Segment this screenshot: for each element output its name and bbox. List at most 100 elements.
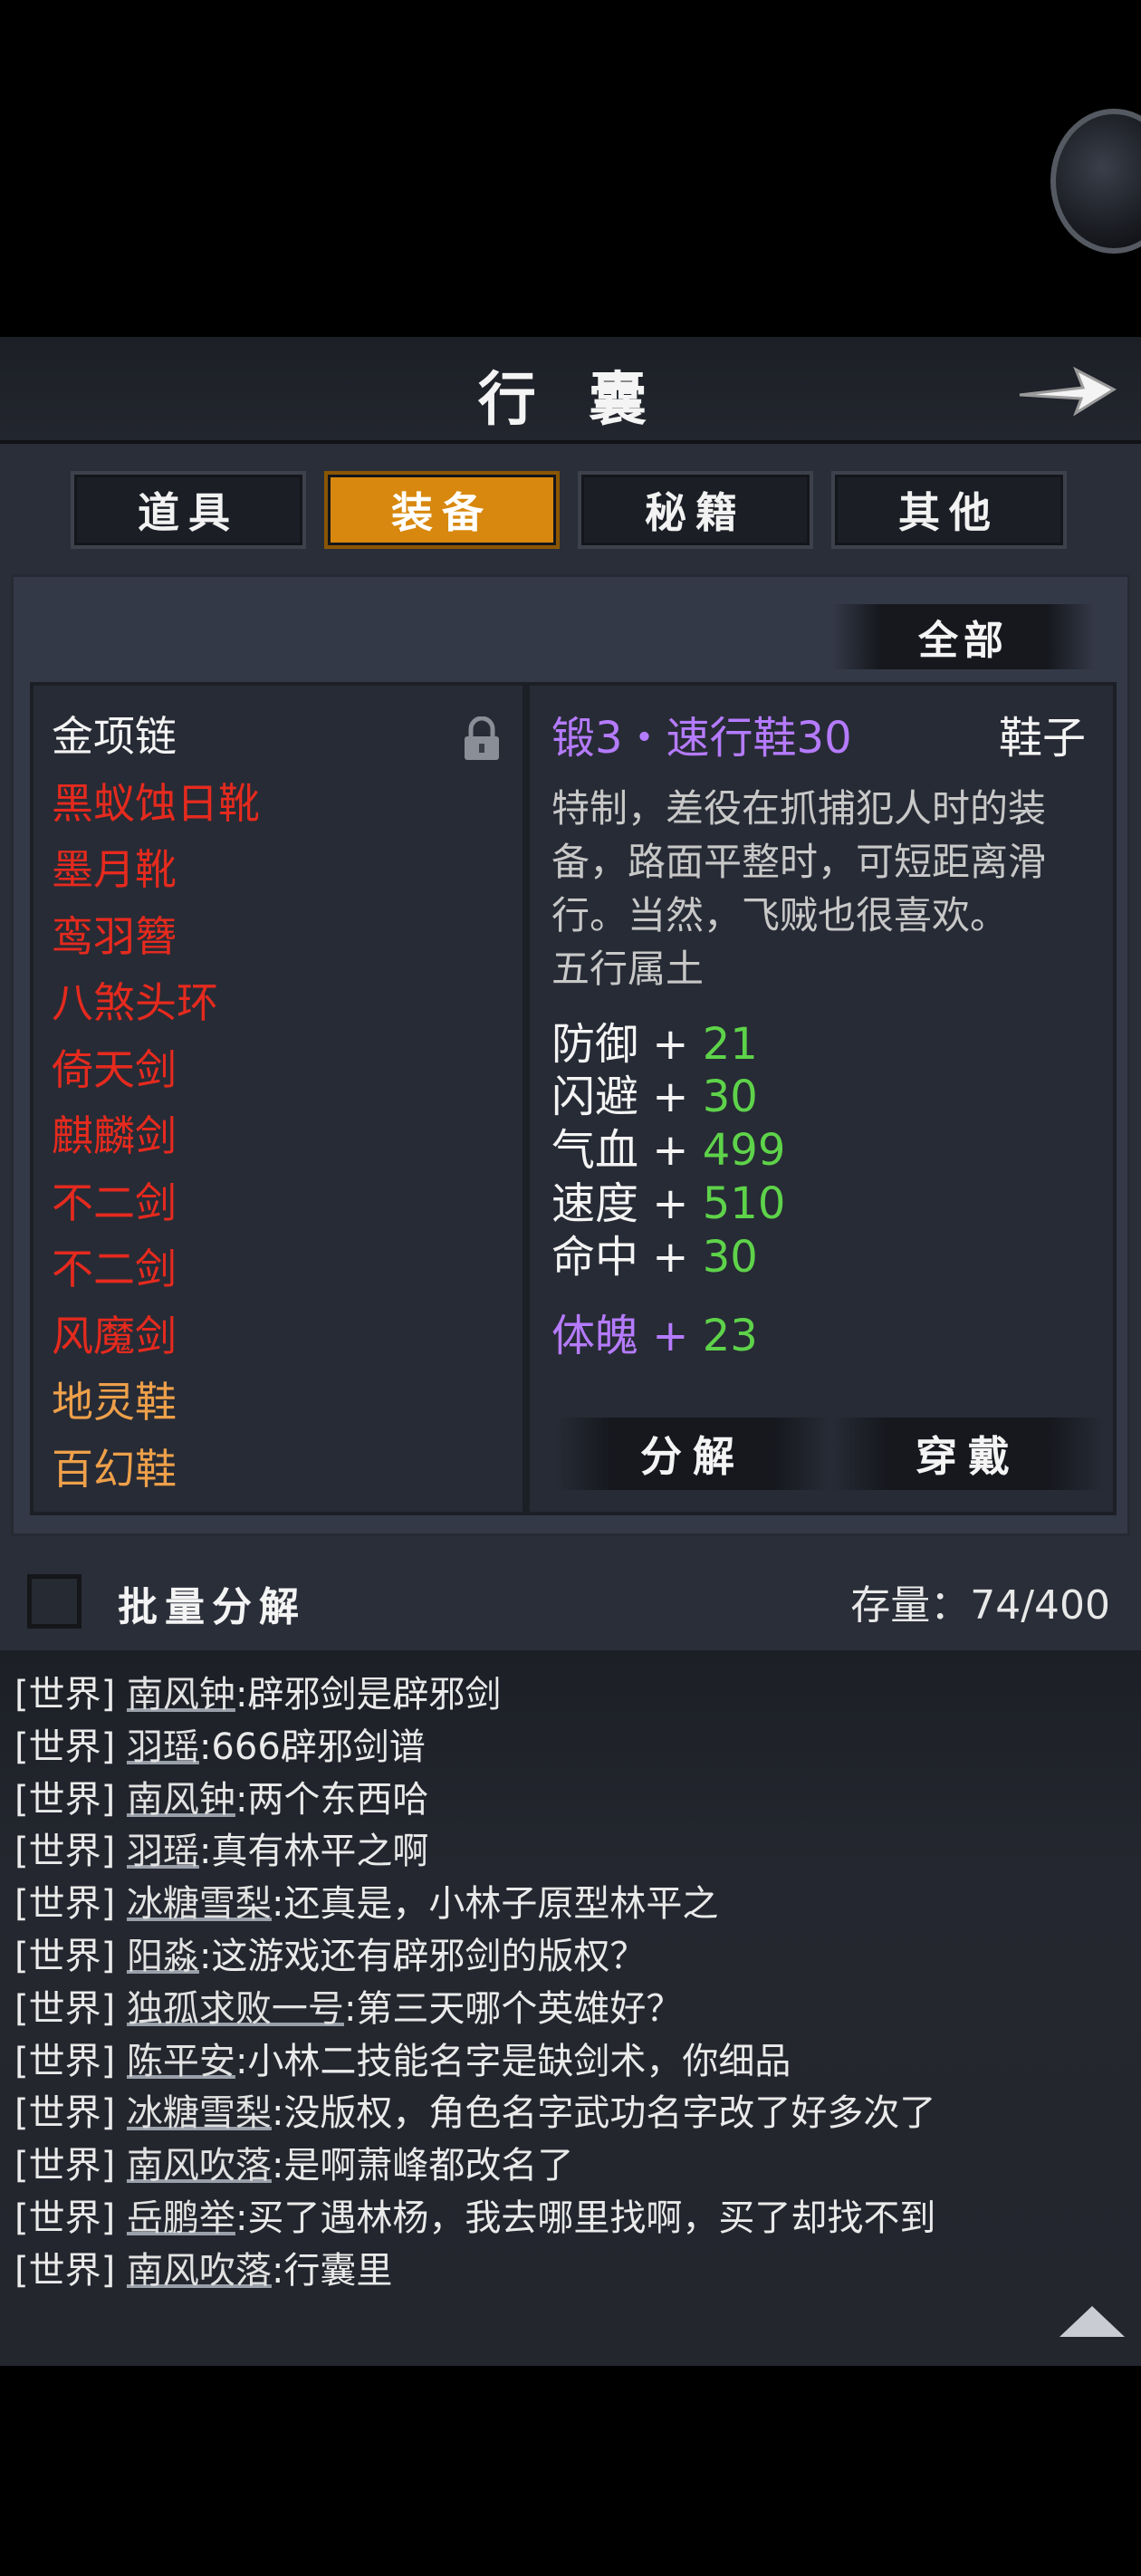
stat-op: + (652, 1125, 689, 1176)
chat-message: :两个东西哈 (235, 1778, 429, 1821)
chat-username[interactable]: 南风钟 (127, 1779, 235, 1821)
stat-op: + (652, 1178, 689, 1229)
stat-name: 防御 (551, 1019, 639, 1070)
chat-channel: [世界] (14, 1883, 116, 1926)
avatar-corner[interactable] (1050, 109, 1141, 254)
stat-name: 气血 (551, 1125, 639, 1176)
stat-row: 速度 + 510 (551, 1177, 785, 1231)
chat-channel: [世界] (14, 2145, 116, 2187)
chat-username[interactable]: 羽瑶 (127, 1726, 199, 1768)
stat-row: 闪避 + 30 (551, 1070, 758, 1124)
item-name: 锻3・速行鞋30 (551, 713, 852, 764)
list-item[interactable]: 百幻鞋 (52, 1442, 177, 1496)
category-tabs: 道具 装备 秘籍 其他 (71, 471, 1070, 553)
chat-message: :第三天哪个英雄好？ (343, 1987, 683, 2030)
list-item[interactable]: 八煞头环 (52, 976, 218, 1030)
stat-value: 30 (702, 1232, 758, 1283)
stat-name: 命中 (551, 1232, 639, 1283)
item-description: 特制，差役在抓捕犯人时的装备，路面平整时，可短距离滑行。当然，飞贼也很喜欢。 五… (551, 782, 1104, 995)
tab-other[interactable]: 其他 (831, 471, 1067, 549)
stat-name: 速度 (551, 1178, 639, 1229)
element-text: 五行属土 (551, 947, 705, 991)
chat-panel[interactable]: [世界] 南风钟:辟邪剑是辟邪剑 [世界] 羽瑶:666辟邪剑谱 [世界] 南风钟:… (0, 1650, 1141, 2366)
chat-username[interactable]: 羽瑶 (127, 1831, 199, 1872)
triangle-up-icon[interactable] (1056, 2301, 1128, 2341)
chat-message: :没版权，角色名字武功名字改了好多次了 (271, 2092, 936, 2135)
chat-line: [世界] 南风吹落:是啊萧峰都改名了 (14, 2139, 573, 2192)
chat-channel: [世界] (14, 2249, 116, 2292)
bonus-stat-row: 体魄 + 23 (551, 1309, 758, 1363)
list-item[interactable]: 不二剑 (52, 1176, 177, 1230)
chat-username[interactable]: 南风吹落 (127, 2145, 272, 2187)
stat-op: + (652, 1019, 689, 1070)
list-item[interactable]: 地灵鞋 (52, 1375, 177, 1429)
inventory-area: 全部 金项链 黑蚁蚀日靴 墨月靴 鸾羽簪 八煞头环 倚天剑 麒麟剑 不二剑 不二剑 风魔剑 地灵鞋百… (11, 574, 1130, 1536)
lock-icon (465, 716, 499, 760)
tab-equipment[interactable]: 装备 (324, 471, 560, 549)
chat-username[interactable]: 陈平安 (127, 2041, 235, 2082)
chat-channel: [世界] (14, 2197, 116, 2239)
item-detail: 锻3・速行鞋30 鞋子 特制，差役在抓捕犯人时的装备，路面平整时，可短距离滑行。… (526, 682, 1117, 1515)
description-text: 特制，差役在抓捕犯人时的装备，路面平整时，可短距离滑行。当然，飞贼也很喜欢。 (551, 786, 1047, 937)
chat-username[interactable]: 独孤求败一号 (127, 1988, 344, 2030)
batch-decompose-label: 批量分解 (118, 1584, 306, 1630)
list-item[interactable]: 金项链 (52, 709, 177, 764)
chat-message: :辟邪剑是辟邪剑 (235, 1674, 502, 1716)
chat-line: [世界] 冰糖雪梨:没版权，角色名字武功名字改了好多次了 (14, 2087, 935, 2139)
list-item[interactable]: 麒麟剑 (52, 1109, 177, 1163)
chat-line: [世界] 南风钟:辟邪剑是辟邪剑 (14, 1668, 501, 1721)
bottom-bar: 批量分解 存量：74/400 (0, 1551, 1141, 1650)
chat-channel: [世界] (14, 1725, 116, 1768)
chat-message: :行囊里 (271, 2249, 393, 2292)
chat-line: [世界] 独孤求败一号:第三天哪个英雄好？ (14, 1983, 682, 2035)
bag-panel: 行 囊 道具 装备 秘籍 其他 全部 金项链黑蚁蚀日靴墨月靴鸾羽簪八煞头环倚天剑… (0, 337, 1141, 1650)
stat-op: + (652, 1232, 689, 1283)
list-item[interactable]: 风魔剑 (52, 1309, 177, 1363)
chat-message: :还真是，小林子原型林平之 (271, 1883, 719, 1926)
chat-username[interactable]: 南风钟 (127, 1674, 235, 1716)
batch-decompose-checkbox[interactable] (27, 1574, 82, 1629)
stat-value: 21 (702, 1019, 758, 1070)
list-item[interactable]: 倚天剑 (52, 1043, 177, 1097)
stat-row: 气血 + 499 (551, 1123, 785, 1177)
stat-op: + (652, 1072, 689, 1122)
item-list: 金项链黑蚁蚀日靴墨月靴鸾羽簪八煞头环倚天剑麒麟剑不二剑不二剑风魔剑地灵鞋百幻鞋玉… (30, 682, 526, 1515)
chat-message: :真有林平之啊 (198, 1831, 429, 1873)
chat-message: :小林二技能名字是缺剑术，你细品 (235, 2040, 791, 2082)
chat-message: :这游戏还有辟邪剑的版权？ (198, 1936, 647, 1977)
chat-channel: [世界] (14, 2040, 116, 2082)
list-item[interactable]: 鸾羽簪 (52, 909, 177, 964)
decompose-button[interactable]: 分解 (557, 1418, 829, 1490)
title-bar: 行 囊 (0, 337, 1141, 444)
chat-username[interactable]: 冰糖雪梨 (127, 2092, 272, 2134)
chat-message: :买了遇林杨，我去哪里找啊，买了却找不到 (235, 2197, 936, 2239)
filter-all-button[interactable]: 全部 (832, 604, 1095, 669)
chat-username[interactable]: 冰糖雪梨 (127, 1883, 272, 1925)
chat-message: :是啊萧峰都改名了 (271, 2145, 574, 2187)
stat-row: 防御 + 21 (551, 1017, 758, 1072)
chat-message: :666辟邪剑谱 (198, 1725, 426, 1768)
list-item[interactable]: 墨月靴 (52, 842, 177, 897)
chat-line: [世界] 陈平安:小林二技能名字是缺剑术，你细品 (14, 2035, 791, 2088)
chat-channel: [世界] (14, 1778, 116, 1821)
chat-username[interactable]: 岳鹏举 (127, 2197, 235, 2239)
bonus-stat-op: + (652, 1311, 689, 1361)
stat-value: 30 (702, 1072, 758, 1122)
bonus-stat-value: 23 (702, 1311, 758, 1361)
tab-manuals[interactable]: 秘籍 (578, 471, 813, 549)
list-item[interactable]: 不二剑 (52, 1242, 177, 1296)
equip-button[interactable]: 穿戴 (832, 1418, 1104, 1490)
list-item[interactable]: 玉玉玉 (52, 1508, 177, 1512)
chat-channel: [世界] (14, 2092, 116, 2135)
chat-line: [世界] 羽瑶:真有林平之啊 (14, 1825, 428, 1878)
stat-value: 499 (702, 1125, 786, 1176)
stat-name: 闪避 (551, 1072, 639, 1122)
chat-username[interactable]: 阳淼 (127, 1936, 199, 1977)
chat-channel: [世界] (14, 1674, 116, 1716)
tab-items[interactable]: 道具 (71, 471, 306, 549)
arrow-right-icon[interactable] (1012, 350, 1121, 431)
chat-channel: [世界] (14, 1936, 116, 1977)
chat-channel: [世界] (14, 1831, 116, 1873)
chat-username[interactable]: 南风吹落 (127, 2250, 272, 2292)
list-item[interactable]: 黑蚁蚀日靴 (52, 776, 260, 831)
